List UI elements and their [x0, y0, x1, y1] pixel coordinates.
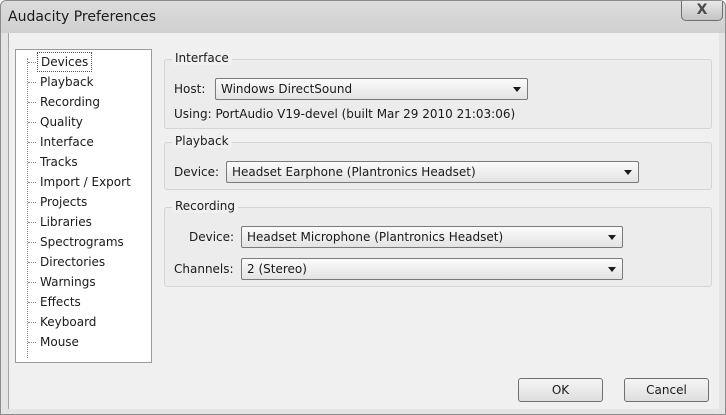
tree-item-import-export[interactable]: Import / Export	[27, 172, 149, 192]
channels-value: 2 (Stereo)	[247, 262, 307, 276]
host-select[interactable]: Windows DirectSound	[215, 78, 528, 100]
tree-item-warnings[interactable]: Warnings	[27, 272, 149, 292]
channels-select[interactable]: 2 (Stereo)	[241, 258, 623, 280]
portaudio-version-text: Using: PortAudio V19-devel (built Mar 29…	[174, 107, 516, 121]
tree-item-quality[interactable]: Quality	[27, 112, 149, 132]
tree-item-playback[interactable]: Playback	[27, 72, 149, 92]
tree-item-devices[interactable]: Devices	[27, 52, 149, 72]
playback-device-select[interactable]: Headset Earphone (Plantronics Headset)	[226, 161, 639, 183]
preferences-category-tree: Devices Playback Recording Quality Inter…	[15, 49, 152, 363]
tree-item-keyboard[interactable]: Keyboard	[27, 312, 149, 332]
close-button[interactable]: X	[681, 1, 723, 21]
chevron-down-icon	[624, 170, 632, 175]
tree-item-libraries[interactable]: Libraries	[27, 212, 149, 232]
recording-device-label: Device:	[189, 230, 235, 244]
chevron-down-icon	[513, 87, 521, 92]
tree-item-tracks[interactable]: Tracks	[27, 152, 149, 172]
tree-item-recording[interactable]: Recording	[27, 92, 149, 112]
tree-item-effects[interactable]: Effects	[27, 292, 149, 312]
chevron-down-icon	[608, 235, 616, 240]
window-title: Audacity Preferences	[8, 9, 157, 25]
tree-item-projects[interactable]: Projects	[27, 192, 149, 212]
host-label: Host:	[174, 82, 206, 96]
cancel-button[interactable]: Cancel	[624, 378, 709, 402]
close-icon: X	[696, 2, 708, 18]
channels-label: Channels:	[174, 262, 234, 276]
tree-item-spectrograms[interactable]: Spectrograms	[27, 232, 149, 252]
recording-device-value: Headset Microphone (Plantronics Headset)	[247, 230, 504, 244]
tree-item-directories[interactable]: Directories	[27, 252, 149, 272]
ok-button[interactable]: OK	[518, 378, 603, 402]
tree-item-interface[interactable]: Interface	[27, 132, 149, 152]
recording-group: Recording Device: Headset Microphone (Pl…	[164, 199, 712, 287]
interface-group-title: Interface	[172, 51, 232, 65]
host-select-value: Windows DirectSound	[221, 82, 353, 96]
recording-device-select[interactable]: Headset Microphone (Plantronics Headset)	[241, 226, 623, 248]
interface-group: Interface Host: Windows DirectSound Usin…	[164, 51, 712, 129]
title-bar[interactable]: Audacity Preferences X	[1, 1, 725, 33]
playback-device-label: Device:	[174, 165, 220, 179]
recording-group-title: Recording	[172, 199, 239, 213]
dialog-body: Devices Playback Recording Quality Inter…	[8, 33, 719, 409]
playback-device-value: Headset Earphone (Plantronics Headset)	[232, 165, 476, 179]
tree-item-mouse[interactable]: Mouse	[27, 332, 149, 352]
playback-group-title: Playback	[172, 134, 232, 148]
chevron-down-icon	[608, 267, 616, 272]
preferences-dialog: Audacity Preferences X Devices Playback …	[0, 0, 726, 415]
playback-group: Playback Device: Headset Earphone (Plant…	[164, 134, 712, 190]
